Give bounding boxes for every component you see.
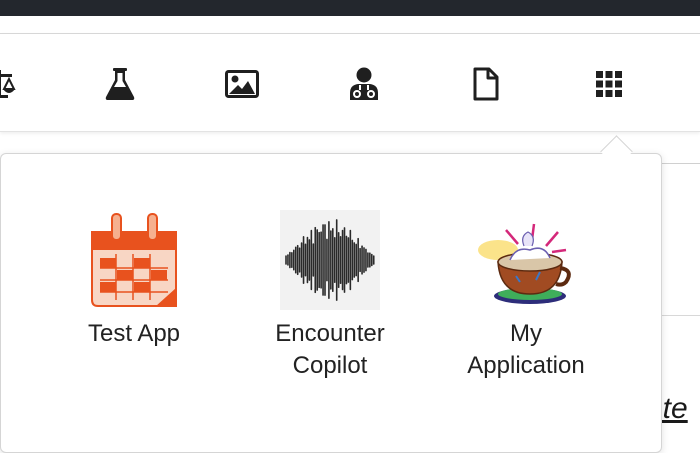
toolbar-apps-button[interactable] xyxy=(589,64,629,104)
coffee-cup-icon xyxy=(478,223,571,304)
background-divider xyxy=(662,163,700,164)
toolbar-document-button[interactable] xyxy=(466,64,506,104)
caret-mask xyxy=(596,154,636,164)
flask-icon xyxy=(105,68,135,100)
toolbar-lab-button[interactable] xyxy=(100,64,140,104)
app-label: My Application xyxy=(467,320,585,379)
document-icon xyxy=(473,67,499,101)
scale-icon xyxy=(0,70,16,98)
calendar-icon xyxy=(91,213,177,307)
doctor-icon xyxy=(350,67,378,100)
app-my-application[interactable]: My Application xyxy=(446,210,606,382)
app-label: Test App xyxy=(87,320,181,347)
apps-grid-icon xyxy=(596,71,622,97)
toolbar-images-button[interactable] xyxy=(222,64,262,104)
top-bar xyxy=(0,0,700,16)
image-icon xyxy=(225,70,259,98)
background-divider xyxy=(662,315,700,316)
app-test-app[interactable]: Test App xyxy=(54,210,214,350)
toolbar-doctor-button[interactable] xyxy=(344,64,384,104)
toolbar-scale-button[interactable] xyxy=(0,64,20,104)
toolbar xyxy=(0,33,700,132)
app-label: Encounter Copilot xyxy=(275,320,385,379)
app-encounter-copilot[interactable]: Encounter Copilot xyxy=(250,210,410,382)
waveform-icon xyxy=(280,210,380,310)
